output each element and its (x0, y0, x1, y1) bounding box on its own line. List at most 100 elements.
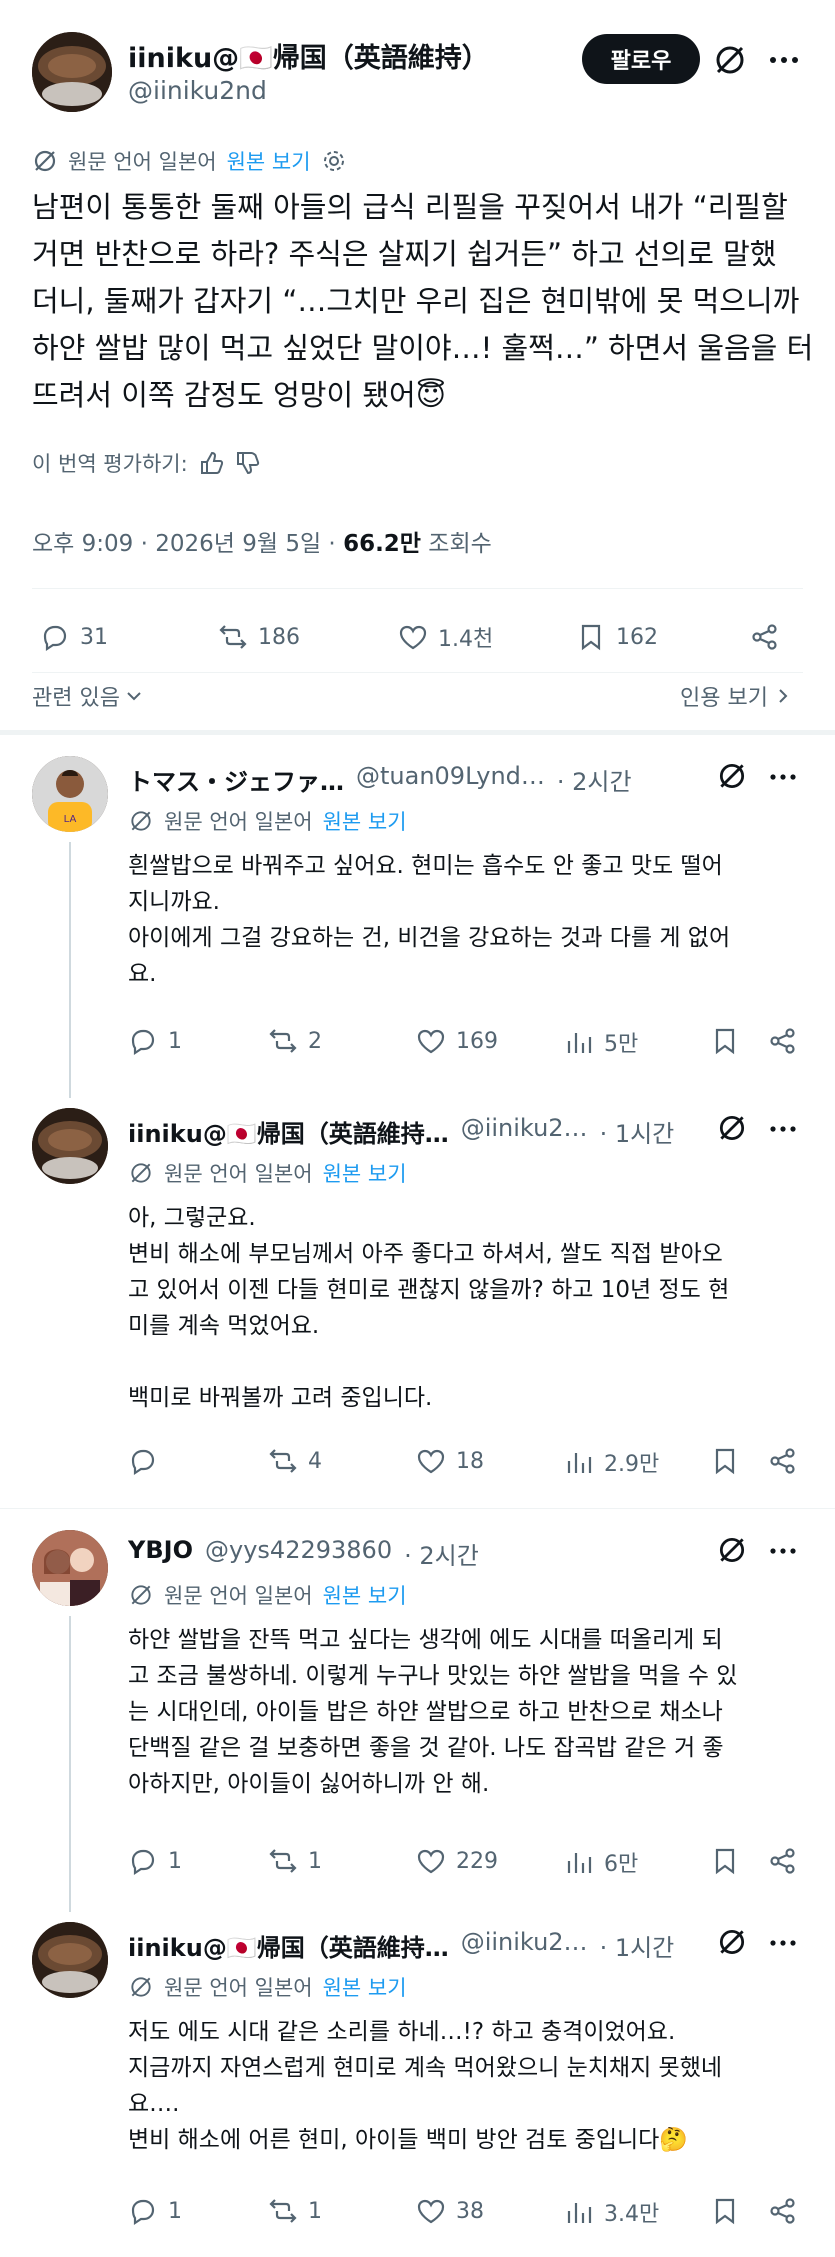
reply-avatar[interactable] (32, 1530, 108, 1606)
bookmark-icon (715, 2198, 735, 2225)
like-icon (417, 1029, 445, 1054)
more-icon[interactable] (768, 48, 800, 72)
share-button[interactable] (768, 2196, 798, 2226)
bookmark-button[interactable] (710, 1846, 740, 1876)
reply-header: YBJO @yys42293860 · 2시간 (128, 1536, 708, 1571)
reply-time[interactable]: · 1시간 (600, 1928, 675, 1963)
author-name[interactable]: iiniku@🇯🇵帰国（英語維持） (128, 36, 489, 75)
follow-button[interactable]: 팔로우 (582, 34, 700, 84)
view-original-link[interactable]: 원본 보기 (323, 806, 407, 836)
views-button[interactable]: 5만 (564, 1026, 638, 1058)
grok-icon[interactable] (716, 1926, 748, 1958)
divider (32, 588, 803, 589)
grok-icon[interactable] (716, 760, 748, 792)
like-button[interactable]: 1.4천 (398, 621, 493, 653)
repost-count: 4 (308, 1448, 322, 1474)
repost-button[interactable]: 4 (268, 1446, 322, 1476)
reply-author-name[interactable]: トマス・ジェファ… (128, 762, 344, 797)
like-button[interactable]: 18 (416, 1446, 484, 1476)
bookmark-icon (581, 624, 601, 651)
views-count: 5만 (604, 1032, 639, 1057)
reply-time[interactable]: · 2시간 (404, 1536, 479, 1571)
related-dropdown[interactable]: 관련 있음 (32, 680, 144, 712)
views-button[interactable]: 3.4만 (564, 2196, 659, 2228)
thumbs-down-icon[interactable] (234, 450, 260, 476)
bookmark-icon (715, 1028, 735, 1055)
reply-button[interactable]: 1 (128, 2196, 182, 2226)
bookmark-count: 162 (616, 624, 658, 650)
grok-icon[interactable] (712, 42, 748, 78)
bookmark-button[interactable]: 162 (576, 622, 658, 652)
grok-icon[interactable] (716, 1534, 748, 1566)
like-icon (417, 1449, 445, 1474)
author-avatar[interactable] (32, 32, 112, 112)
reply-button[interactable]: 1 (128, 1026, 182, 1056)
share-button[interactable] (768, 1846, 798, 1876)
reply-avatar[interactable] (32, 1922, 108, 1998)
gear-icon[interactable] (321, 148, 347, 174)
bookmark-button[interactable] (710, 1026, 740, 1056)
reply-button[interactable] (128, 1446, 168, 1476)
reply-author-handle[interactable]: @iiniku2… (461, 1928, 588, 1963)
repost-icon (269, 1029, 297, 1053)
reply-author-handle[interactable]: @yys42293860 (205, 1536, 392, 1571)
like-count: 1.4천 (438, 627, 494, 652)
more-icon[interactable] (768, 1114, 798, 1144)
reply-author-name[interactable]: YBJO (128, 1536, 193, 1571)
bookmark-icon (715, 1848, 735, 1875)
repost-icon (269, 1449, 297, 1473)
rate-translation: 이 번역 평가하기: (32, 448, 260, 478)
like-button[interactable]: 169 (416, 1026, 498, 1056)
like-button[interactable]: 38 (416, 2196, 484, 2226)
reply-button[interactable]: 31 (40, 622, 108, 652)
reply-avatar[interactable]: LA (32, 756, 108, 832)
bookmark-button[interactable] (710, 2196, 740, 2226)
reply-action-bar: 4 18 2.9만 (128, 1446, 808, 1482)
translation-bar: 원문 언어 일본어 원본 보기 (32, 146, 347, 176)
more-icon[interactable] (768, 1536, 798, 1566)
reply-time[interactable]: · 2시간 (557, 762, 632, 797)
reply-author-handle[interactable]: @iiniku2… (461, 1114, 588, 1149)
reply-icon (131, 1029, 155, 1056)
repost-button[interactable]: 1 (268, 2196, 322, 2226)
like-button[interactable]: 229 (416, 1846, 498, 1876)
view-original-link[interactable]: 원본 보기 (323, 1972, 407, 2002)
view-original-link[interactable]: 원본 보기 (227, 146, 311, 176)
views-button[interactable]: 2.9만 (564, 1446, 659, 1478)
translation-language: 원문 언어 일본어 (164, 1584, 313, 1608)
repost-button[interactable]: 1 (268, 1846, 322, 1876)
more-icon[interactable] (768, 762, 798, 792)
translate-icon (34, 150, 56, 172)
thumbs-up-icon[interactable] (198, 450, 224, 476)
quotes-link[interactable]: 인용 보기 (680, 680, 792, 712)
like-icon (399, 625, 427, 650)
reply-button[interactable]: 1 (128, 1846, 182, 1876)
view-original-link[interactable]: 원본 보기 (323, 1580, 407, 1610)
chevron-down-icon (127, 692, 141, 701)
post-time[interactable]: 오후 9:09 · 2026년 9월 5일 · (32, 531, 343, 557)
author-handle[interactable]: @iiniku2nd (128, 76, 267, 105)
chevron-right-icon (779, 689, 788, 703)
reply-translation-bar: 원문 언어 일본어 원본 보기 (128, 1972, 407, 2002)
repost-button[interactable]: 2 (268, 1026, 322, 1056)
share-button[interactable] (768, 1446, 798, 1476)
grok-icon[interactable] (716, 1112, 748, 1144)
section-separator (0, 730, 835, 735)
reply-author-handle[interactable]: @tuan09Lynd… (356, 762, 545, 797)
more-icon[interactable] (768, 1928, 798, 1958)
views-button[interactable]: 6만 (564, 1846, 638, 1878)
repost-button[interactable]: 186 (218, 622, 300, 652)
view-original-link[interactable]: 원본 보기 (323, 1158, 407, 1188)
reply-icon (131, 2199, 155, 2226)
reply-author-name[interactable]: iiniku@🇯🇵帰国（英語維持… (128, 1114, 449, 1149)
reply-author-name[interactable]: iiniku@🇯🇵帰国（英語維持… (128, 1928, 449, 1963)
reply-avatar[interactable] (32, 1108, 108, 1184)
translate-icon (131, 1977, 151, 1997)
share-button[interactable] (768, 1026, 798, 1056)
repost-count: 186 (258, 624, 300, 650)
bookmark-button[interactable] (710, 1446, 740, 1476)
share-button[interactable] (750, 622, 780, 652)
reply-text: 아, 그렇군요. 변비 해소에 부모님께서 아주 좋다고 하셔서, 쌀도 직접 … (128, 1205, 730, 1411)
reply-time[interactable]: · 1시간 (600, 1114, 675, 1149)
share-icon (770, 1028, 795, 1054)
